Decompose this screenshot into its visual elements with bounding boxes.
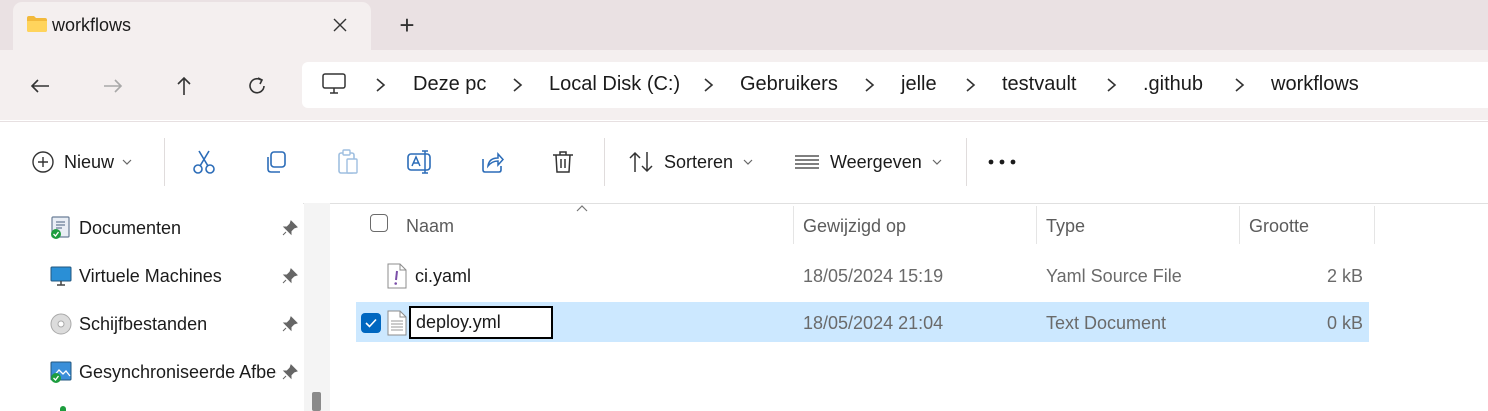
- column-divider[interactable]: [1239, 206, 1240, 244]
- pin-icon[interactable]: [282, 268, 298, 284]
- refresh-button[interactable]: [237, 66, 277, 106]
- sort-icon: [629, 151, 653, 173]
- row-checkbox-checked[interactable]: [361, 313, 381, 333]
- trash-icon: [553, 151, 573, 173]
- sort-ascending-icon: [576, 205, 588, 212]
- sidebar-label: Virtuele Machines: [79, 265, 222, 286]
- sidebar-item-schijfbestanden[interactable]: Schijfbestanden: [50, 309, 207, 339]
- sidebar-item-gesynchroniseerde-afbeeldingen[interactable]: Gesynchroniseerde Afbeeldingen: [50, 357, 277, 387]
- file-name[interactable]: ci.yaml: [415, 266, 471, 287]
- tab-title: workflows: [52, 15, 132, 35]
- chevron-down-icon: [932, 159, 942, 165]
- pin-icon[interactable]: [282, 364, 298, 380]
- column-divider[interactable]: [1374, 206, 1375, 244]
- chevron-right-icon: [376, 78, 386, 92]
- chevron-right-icon: [1107, 78, 1117, 92]
- up-button[interactable]: [164, 66, 204, 106]
- sort-button[interactable]: Sorteren: [628, 146, 753, 178]
- this-pc-icon: [322, 73, 346, 94]
- chevron-right-icon: [704, 78, 714, 92]
- arrow-left-icon: [30, 79, 49, 93]
- rename-input[interactable]: [409, 306, 553, 339]
- arrow-up-icon: [177, 76, 191, 95]
- file-size: 2 kB: [1326, 266, 1363, 286]
- file-modified: 18/05/2024 15:19: [803, 266, 944, 286]
- breadcrumb-gebruikers[interactable]: Gebruikers: [740, 73, 838, 96]
- new-button[interactable]: Nieuw: [32, 146, 132, 178]
- yaml-file-icon: [387, 263, 407, 289]
- file-type: Text Document: [1046, 313, 1167, 333]
- paste-button[interactable]: [336, 146, 360, 178]
- disc-icon: [50, 313, 72, 335]
- column-header-name[interactable]: Naam: [406, 216, 454, 237]
- sidebar-label: Schijfbestanden: [79, 313, 208, 334]
- new-button-label: Nieuw: [64, 151, 115, 172]
- partial-sidebar-icon: [60, 406, 66, 411]
- file-modified: 18/05/2024 21:04: [803, 313, 944, 333]
- copy-icon: [267, 151, 286, 173]
- new-tab-button[interactable]: +: [392, 10, 422, 40]
- breadcrumb-jelle[interactable]: jelle: [901, 73, 937, 96]
- sidebar-item-documenten[interactable]: Documenten: [50, 213, 181, 243]
- divider: [164, 138, 165, 186]
- pictures-icon: [50, 361, 72, 383]
- chevron-down-icon: [743, 159, 753, 165]
- chevron-right-icon: [513, 78, 523, 92]
- sidebar-item-virtuele-machines[interactable]: Virtuele Machines: [50, 261, 222, 291]
- breadcrumb-testvault[interactable]: testvault: [1002, 73, 1076, 96]
- divider: [604, 138, 605, 186]
- breadcrumb-workflows[interactable]: workflows: [1271, 73, 1359, 96]
- view-button-label: Weergeven: [830, 151, 922, 172]
- breadcrumb-deze-pc[interactable]: Deze pc: [413, 73, 486, 96]
- sort-button-label: Sorteren: [664, 151, 734, 172]
- cut-button[interactable]: [192, 146, 216, 178]
- folder-icon: [27, 16, 47, 32]
- chevron-right-icon: [966, 78, 976, 92]
- close-tab-button[interactable]: [325, 10, 355, 40]
- column-header-modified[interactable]: Gewijzigd op: [803, 216, 906, 237]
- column-divider[interactable]: [793, 206, 794, 244]
- clipboard-icon: [338, 149, 358, 174]
- share-icon: [482, 152, 504, 173]
- documents-icon: [51, 216, 70, 239]
- arrow-right-icon: [104, 79, 123, 93]
- copy-button[interactable]: [264, 146, 288, 178]
- file-size: 0 kB: [1326, 313, 1363, 333]
- file-type: Yaml Source File: [1046, 266, 1182, 286]
- share-button[interactable]: [480, 146, 504, 178]
- back-button[interactable]: [20, 66, 60, 106]
- column-header-type[interactable]: Type: [1046, 216, 1085, 237]
- scrollbar-thumb[interactable]: [312, 392, 321, 411]
- pin-icon[interactable]: [282, 316, 298, 332]
- new-tab-symbol: +: [399, 10, 415, 40]
- list-view-icon: [795, 155, 819, 169]
- rename-icon: [407, 150, 431, 174]
- chevron-right-icon: [1235, 78, 1245, 92]
- delete-button[interactable]: [552, 146, 574, 178]
- plus-circle-icon: [32, 151, 54, 173]
- more-dots-icon: [988, 159, 1016, 165]
- pin-icon[interactable]: [282, 220, 298, 236]
- rename-button[interactable]: [407, 146, 433, 178]
- refresh-icon: [249, 77, 265, 94]
- scissors-icon: [193, 150, 215, 174]
- sidebar-label: Documenten: [79, 217, 182, 238]
- close-icon: [333, 18, 347, 32]
- divider: [966, 138, 967, 186]
- column-divider[interactable]: [1036, 206, 1037, 244]
- sidebar-scrollbar[interactable]: [304, 203, 330, 411]
- more-options-button[interactable]: [988, 146, 1016, 178]
- chevron-down-icon: [122, 159, 132, 165]
- select-all-checkbox[interactable]: [370, 214, 388, 232]
- breadcrumb-local-disk[interactable]: Local Disk (C:): [549, 73, 680, 96]
- breadcrumb-github[interactable]: .github: [1143, 73, 1203, 96]
- chevron-right-icon: [865, 78, 875, 92]
- monitor-icon: [50, 266, 72, 286]
- sidebar-label: Gesynchroniseerde Afbeeldingen: [79, 361, 277, 382]
- text-file-icon: [387, 310, 407, 336]
- column-header-size[interactable]: Grootte: [1249, 216, 1309, 237]
- checkmark-icon: [365, 318, 377, 328]
- view-button[interactable]: Weergeven: [794, 146, 942, 178]
- forward-button[interactable]: [93, 66, 133, 106]
